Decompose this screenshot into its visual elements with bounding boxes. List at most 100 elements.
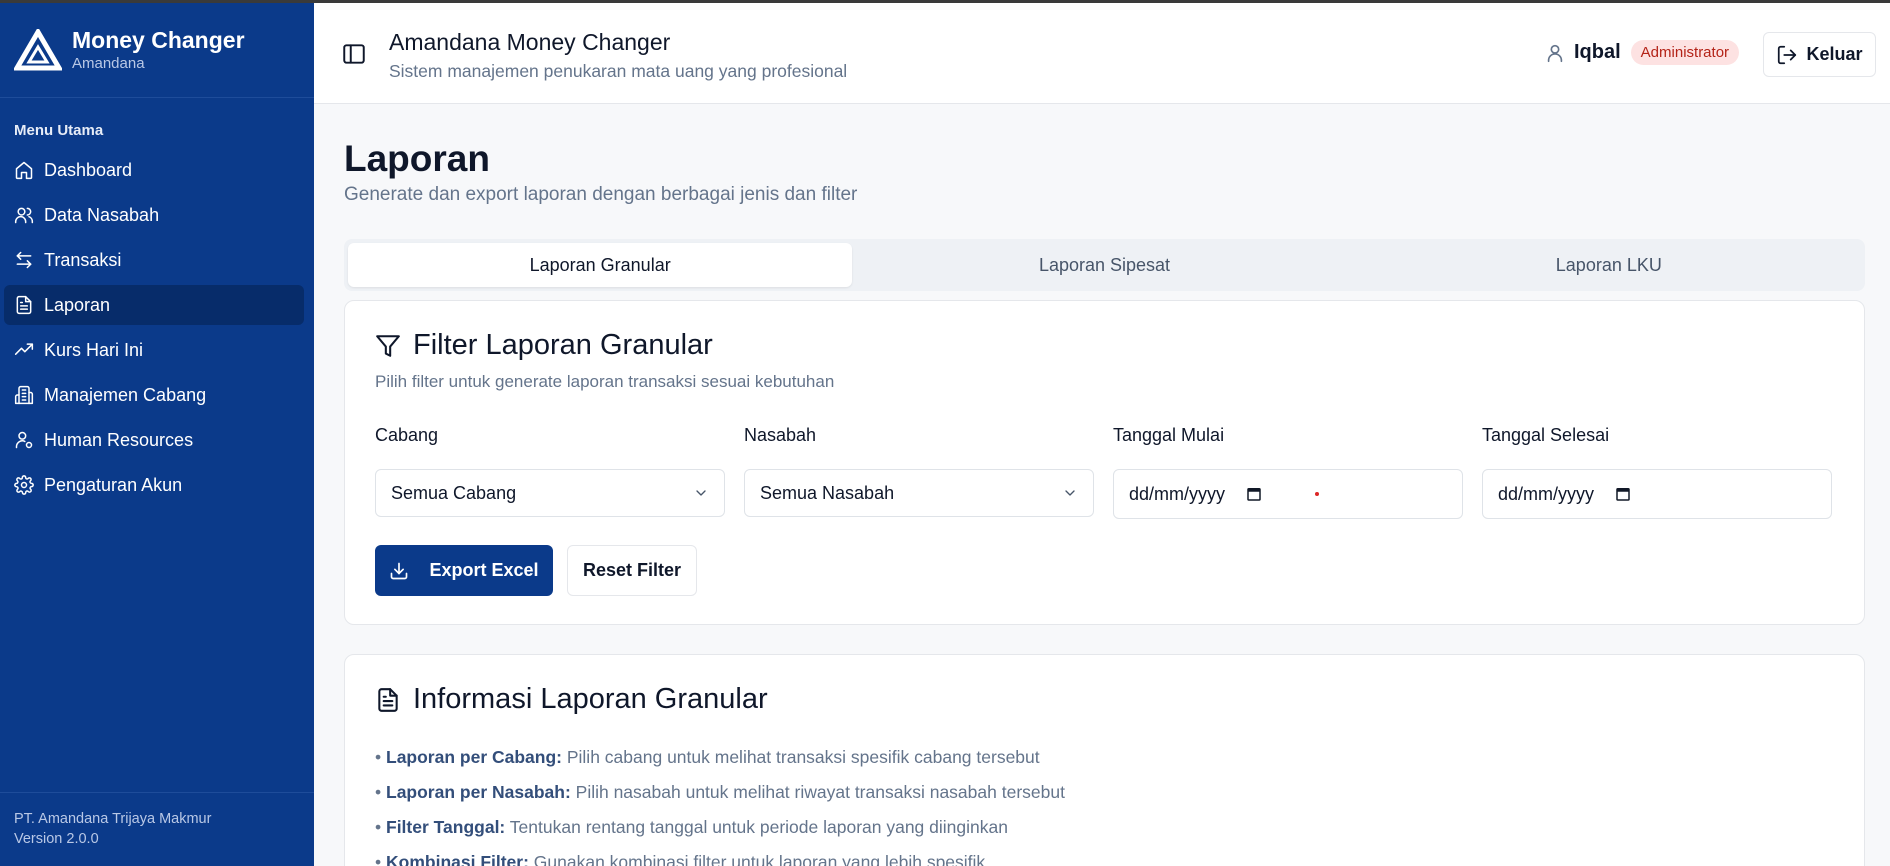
sidebar-toggle-icon[interactable] <box>341 41 367 67</box>
sidebar-item-label: Human Resources <box>44 429 194 450</box>
tanggal-mulai-input[interactable]: dd/mm/yyyy <box>1113 469 1463 519</box>
reset-filter-button[interactable]: Reset Filter <box>567 545 697 596</box>
sidebar-item-label: Manajemen Cabang <box>44 384 207 405</box>
export-excel-button[interactable]: Export Excel <box>375 545 553 596</box>
sidebar-item-kurs-hari-ini[interactable]: Kurs Hari Ini <box>4 330 304 370</box>
list-item: • Kombinasi Filter: Gunakan kombinasi fi… <box>375 850 1065 866</box>
tanggal-mulai-label: Tanggal Mulai <box>1113 425 1225 445</box>
info-card-title: Informasi Laporan Granular <box>375 683 768 716</box>
calendar-icon[interactable] <box>1614 485 1632 503</box>
brand-logo-icon <box>14 29 62 71</box>
footer-company: PT. Amandana Trijaya Makmur <box>14 811 212 827</box>
list-item: • Filter Tanggal: Tentukan rentang tangg… <box>375 817 1008 837</box>
logout-label: Keluar <box>1806 44 1863 64</box>
logout-icon <box>1778 45 1797 64</box>
sidebar-item-label: Data Nasabah <box>44 204 160 225</box>
window-top-border <box>0 0 1890 3</box>
top-header: Amandana Money Changer Sistem manajemen … <box>314 3 1890 104</box>
tab-laporan-lku[interactable]: Laporan LKU <box>1357 243 1861 287</box>
main-content: Laporan Generate dan export laporan deng… <box>314 104 1890 866</box>
info-item-key: Kombinasi Filter: <box>386 852 529 866</box>
info-item-key: Laporan per Nasabah: <box>386 782 571 802</box>
sidebar-item-manajemen-cabang[interactable]: Manajemen Cabang <box>4 375 304 415</box>
info-item-text: Pilih cabang untuk melihat transaksi spe… <box>562 747 1040 767</box>
users-icon <box>14 205 34 225</box>
chevron-down-icon <box>696 490 706 496</box>
sidebar-item-transaksi[interactable]: Transaksi <box>4 240 304 280</box>
user-cog-icon <box>14 430 34 450</box>
cabang-select-value: Semua Cabang <box>391 482 517 503</box>
logout-button[interactable]: Keluar <box>1763 32 1876 77</box>
filter-card-subtitle: Pilih filter untuk generate laporan tran… <box>375 372 835 391</box>
brand-subtitle: Amandana <box>72 55 145 72</box>
filter-title-text: Filter Laporan Granular <box>413 329 713 361</box>
sidebar: Money Changer Amandana Menu Utama Dashbo… <box>0 3 314 866</box>
cabang-select[interactable]: Semua Cabang <box>375 469 725 517</box>
info-list: • Laporan per Cabang: Pilih cabang untuk… <box>375 745 1065 866</box>
arrows-exchange-icon <box>14 250 34 270</box>
info-card: Informasi Laporan Granular • Laporan per… <box>344 654 1865 866</box>
sidebar-item-human-resources[interactable]: Human Resources <box>4 420 304 460</box>
sidebar-item-pengaturan-akun[interactable]: Pengaturan Akun <box>4 465 304 505</box>
home-icon <box>14 160 34 180</box>
filter-card-title: Filter Laporan Granular <box>375 329 713 362</box>
sidebar-menu: Dashboard Data Nasabah Transaksi Laporan… <box>0 150 314 505</box>
menu-heading: Menu Utama <box>14 122 104 139</box>
file-text-icon <box>378 687 398 712</box>
tanggal-selesai-field: Tanggal Selesai dd/mm/yyyy <box>1482 425 1832 519</box>
tab-laporan-sipesat[interactable]: Laporan Sipesat <box>852 243 1356 287</box>
tanggal-mulai-field: Tanggal Mulai dd/mm/yyyy <box>1113 425 1463 519</box>
trending-up-icon <box>14 340 34 360</box>
brand[interactable]: Money Changer Amandana <box>0 3 314 98</box>
brand-title: Money Changer <box>72 27 245 53</box>
tanggal-mulai-placeholder: dd/mm/yyyy <box>1129 483 1226 504</box>
list-item: • Laporan per Nasabah: Pilih nasabah unt… <box>375 782 1065 802</box>
file-text-icon <box>14 295 34 315</box>
tanggal-selesai-input[interactable]: dd/mm/yyyy <box>1482 469 1832 519</box>
export-excel-label: Export Excel <box>429 560 539 580</box>
info-item-text: Pilih nasabah untuk melihat riwayat tran… <box>570 782 1065 802</box>
sidebar-item-label: Kurs Hari Ini <box>44 339 144 360</box>
sidebar-item-label: Transaksi <box>44 249 122 270</box>
nasabah-label: Nasabah <box>744 425 817 445</box>
sidebar-item-dashboard[interactable]: Dashboard <box>4 150 304 190</box>
user-name: Iqbal <box>1574 41 1621 63</box>
tanggal-selesai-placeholder: dd/mm/yyyy <box>1498 483 1595 504</box>
gear-icon <box>14 475 34 495</box>
cabang-label: Cabang <box>375 425 439 445</box>
tanggal-selesai-label: Tanggal Selesai <box>1482 425 1610 445</box>
role-badge: Administrator <box>1630 40 1740 65</box>
calendar-icon[interactable] <box>1245 485 1263 503</box>
info-title-text: Informasi Laporan Granular <box>413 683 768 715</box>
info-item-key: Laporan per Cabang: <box>386 747 562 767</box>
nasabah-select[interactable]: Semua Nasabah <box>744 469 1094 517</box>
app-title: Amandana Money Changer <box>389 29 671 55</box>
info-item-text: Gunakan kombinasi filter untuk laporan y… <box>528 852 986 866</box>
building-icon <box>14 385 34 405</box>
footer-version: Version 2.0.0 <box>14 831 99 847</box>
sidebar-footer: PT. Amandana Trijaya Makmur Version 2.0.… <box>0 792 314 866</box>
nasabah-field: Nasabah Semua Nasabah <box>744 425 1094 517</box>
chevron-down-icon <box>1065 490 1075 496</box>
cabang-field: Cabang Semua Cabang <box>375 425 725 517</box>
sidebar-item-laporan[interactable]: Laporan <box>4 285 304 325</box>
user-info: Iqbal Administrator <box>1544 40 1740 65</box>
sidebar-item-label: Pengaturan Akun <box>44 474 183 495</box>
sidebar-item-label: Dashboard <box>44 159 133 180</box>
sidebar-item-data-nasabah[interactable]: Data Nasabah <box>4 195 304 235</box>
report-tabs: Laporan Granular Laporan Sipesat Laporan… <box>344 239 1865 291</box>
filter-icon <box>376 334 400 357</box>
page-title: Laporan <box>344 138 490 179</box>
download-icon <box>391 562 408 579</box>
user-icon <box>1547 44 1563 62</box>
list-item: • Laporan per Cabang: Pilih cabang untuk… <box>375 747 1040 767</box>
info-item-text: Tentukan rentang tanggal untuk periode l… <box>505 817 1008 837</box>
filter-card: Filter Laporan Granular Pilih filter unt… <box>344 300 1865 625</box>
tab-laporan-granular[interactable]: Laporan Granular <box>348 243 853 287</box>
info-item-key: Filter Tanggal: <box>386 817 506 837</box>
sidebar-item-label: Laporan <box>44 294 111 315</box>
page-subtitle: Generate dan export laporan dengan berba… <box>344 184 858 205</box>
nasabah-select-value: Semua Nasabah <box>760 482 895 503</box>
cursor-dot <box>1315 492 1319 496</box>
app-subtitle: Sistem manajemen penukaran mata uang yan… <box>389 61 848 81</box>
